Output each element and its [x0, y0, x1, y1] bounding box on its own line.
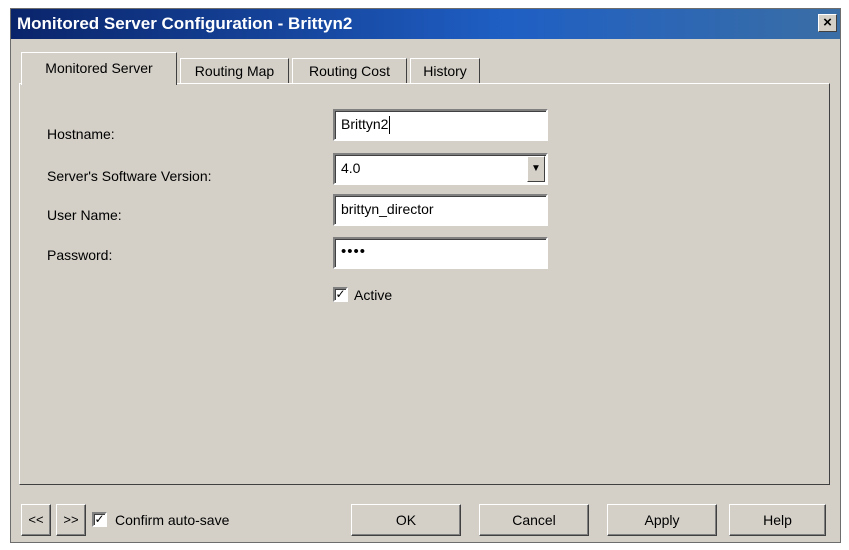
tab-monitored-server[interactable]: Monitored Server: [21, 52, 177, 85]
autosave-checkbox[interactable]: ✓: [92, 512, 107, 527]
username-label: User Name:: [47, 207, 122, 223]
active-checkbox[interactable]: ✓: [333, 287, 348, 302]
previous-label: <<: [28, 512, 44, 527]
ok-label: OK: [395, 512, 417, 528]
tab-history[interactable]: History: [410, 58, 480, 84]
software-version-label: Server's Software Version:: [47, 168, 212, 184]
tab-routing-map[interactable]: Routing Map: [180, 58, 289, 84]
config-dialog: Monitored Server Configuration - Brittyn…: [10, 8, 841, 543]
password-input[interactable]: ••••: [333, 237, 548, 269]
dialog-titlebar[interactable]: Monitored Server Configuration - Brittyn…: [11, 9, 840, 39]
previous-button[interactable]: <<: [21, 504, 51, 536]
autosave-label: Confirm auto-save: [115, 512, 230, 528]
chevron-down-icon: ▼: [531, 163, 541, 174]
dialog-title: Monitored Server Configuration - Brittyn…: [17, 14, 353, 33]
help-button[interactable]: Help: [729, 504, 826, 536]
checkmark-icon: ✓: [335, 287, 346, 301]
help-label: Help: [763, 512, 792, 528]
close-icon: ×: [823, 14, 832, 31]
tab-label: History: [423, 63, 467, 79]
dialog-footer: << >> ✓ Confirm auto-save OK Cancel Appl…: [11, 496, 840, 542]
next-button[interactable]: >>: [56, 504, 86, 536]
monitored-server-panel: Hostname: Brittyn2 Server's Software Ver…: [19, 83, 830, 485]
hostname-value: Brittyn2: [341, 116, 389, 132]
ok-button[interactable]: OK: [351, 504, 461, 536]
hostname-label: Hostname:: [47, 126, 115, 142]
active-label: Active: [354, 287, 393, 303]
apply-label: Apply: [644, 512, 680, 528]
close-button[interactable]: ×: [818, 14, 837, 32]
username-input[interactable]: brittyn_director: [333, 194, 548, 226]
cancel-button[interactable]: Cancel: [479, 504, 589, 536]
password-value: ••••: [341, 243, 367, 260]
tab-routing-cost[interactable]: Routing Cost: [292, 58, 407, 84]
tab-label: Monitored Server: [45, 60, 153, 76]
cancel-label: Cancel: [512, 512, 556, 528]
checkmark-icon: ✓: [94, 512, 105, 526]
tab-label: Routing Cost: [309, 63, 390, 79]
software-version-value: 4.0: [341, 160, 361, 176]
tab-label: Routing Map: [194, 63, 275, 79]
next-label: >>: [63, 512, 79, 527]
username-value: brittyn_director: [341, 201, 434, 217]
software-version-select[interactable]: 4.0 ▼: [333, 153, 548, 185]
dropdown-button[interactable]: ▼: [527, 156, 545, 182]
password-label: Password:: [47, 247, 113, 263]
apply-button[interactable]: Apply: [607, 504, 717, 536]
hostname-input[interactable]: Brittyn2: [333, 109, 548, 141]
text-cursor: [389, 116, 391, 135]
